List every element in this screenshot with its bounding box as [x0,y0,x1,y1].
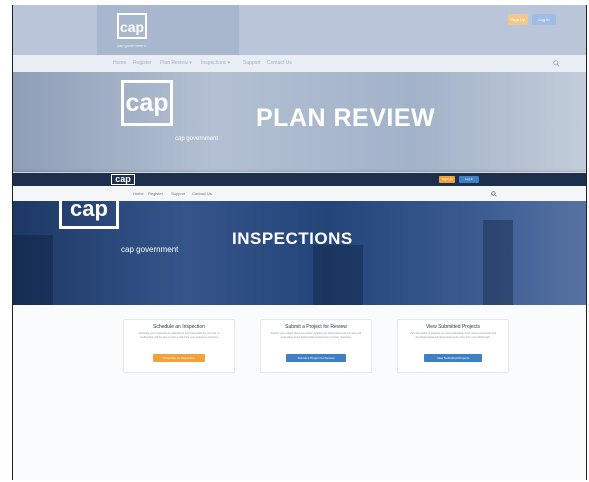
screenshot-frame: cap cap government Sign Up Log In Home R… [12,5,587,480]
view-projects-button[interactable]: View Submitted Projects [424,354,482,362]
inspections-nav-home[interactable]: Home [133,191,144,196]
search-icon[interactable] [491,191,497,198]
card-schedule-inspection: Schedule an Inspection Schedule your ins… [123,319,235,373]
inspections-hero-title: INSPECTIONS [232,229,353,248]
plan-review-nav-home[interactable]: Home [113,60,126,66]
plan-review-nav-contact[interactable]: Contact Us [267,60,292,66]
plan-review-log-in-button[interactable]: Log In [532,14,556,25]
plan-review-nav-register[interactable]: Register [133,60,152,66]
inspections-page: cap Sign Up Log In Home Register Support… [13,173,586,480]
plan-review-header: cap cap government Sign Up Log In [13,5,586,55]
inspections-hero-subtitle: cap government [121,245,179,254]
hero-building-shape [313,245,363,305]
hero-building-shape [13,235,53,305]
inspections-nav-contact[interactable]: Contact Us [192,191,212,196]
card-title: Schedule an Inspection [153,324,205,330]
action-cards: Schedule an Inspection Schedule your ins… [13,305,586,480]
plan-review-hero: cap cap government PLAN REVIEW [13,72,586,172]
plan-review-hero-subtitle: cap government [175,136,219,142]
hero-building-shape [483,220,513,305]
plan-review-nav-support[interactable]: Support [243,60,261,66]
plan-review-page: cap cap government Sign Up Log In Home R… [13,5,586,172]
plan-review-sign-up-button[interactable]: Sign Up [508,14,528,25]
inspections-nav: Home Register Support Contact Us [13,186,586,202]
card-view-projects: View Submitted Projects View the status … [397,319,509,373]
plan-review-hero-logo: cap [121,80,173,126]
inspections-hero-logo: cap [59,201,119,229]
card-title: Submit a Project for Review [285,324,347,330]
card-submit-project: Submit a Project for Review Submit your … [260,319,372,373]
inspections-hero: cap cap government INSPECTIONS [13,201,586,305]
plan-review-hero-title: PLAN REVIEW [256,104,436,132]
inspections-sign-up-button[interactable]: Sign Up [439,176,455,183]
plan-review-logo[interactable]: cap [117,13,147,39]
plan-review-logo-subtitle: cap government [117,43,146,48]
card-title: View Submitted Projects [425,324,481,330]
plan-review-nav-inspections[interactable]: Inspections ▾ [201,60,230,66]
card-text: Schedule your inspection by selecting a … [138,332,220,339]
card-text: View the status of projects you have sub… [409,332,497,339]
card-text: Submit your project plans for review. Up… [270,332,362,339]
schedule-inspection-button[interactable]: Schedule an Inspection [153,354,205,362]
inspections-nav-support[interactable]: Support [171,191,185,196]
inspections-log-in-button[interactable]: Log In [459,176,479,183]
search-icon[interactable] [553,60,560,69]
inspections-logo[interactable]: cap [111,174,135,185]
inspections-header: cap Sign Up Log In [13,173,586,186]
submit-project-button[interactable]: Submit a Project for Review [286,354,346,362]
inspections-nav-register[interactable]: Register [148,191,163,196]
plan-review-nav-plan-review[interactable]: Plan Review ▾ [160,60,192,66]
plan-review-nav: Home Register Plan Review ▾ Inspections … [13,55,586,72]
